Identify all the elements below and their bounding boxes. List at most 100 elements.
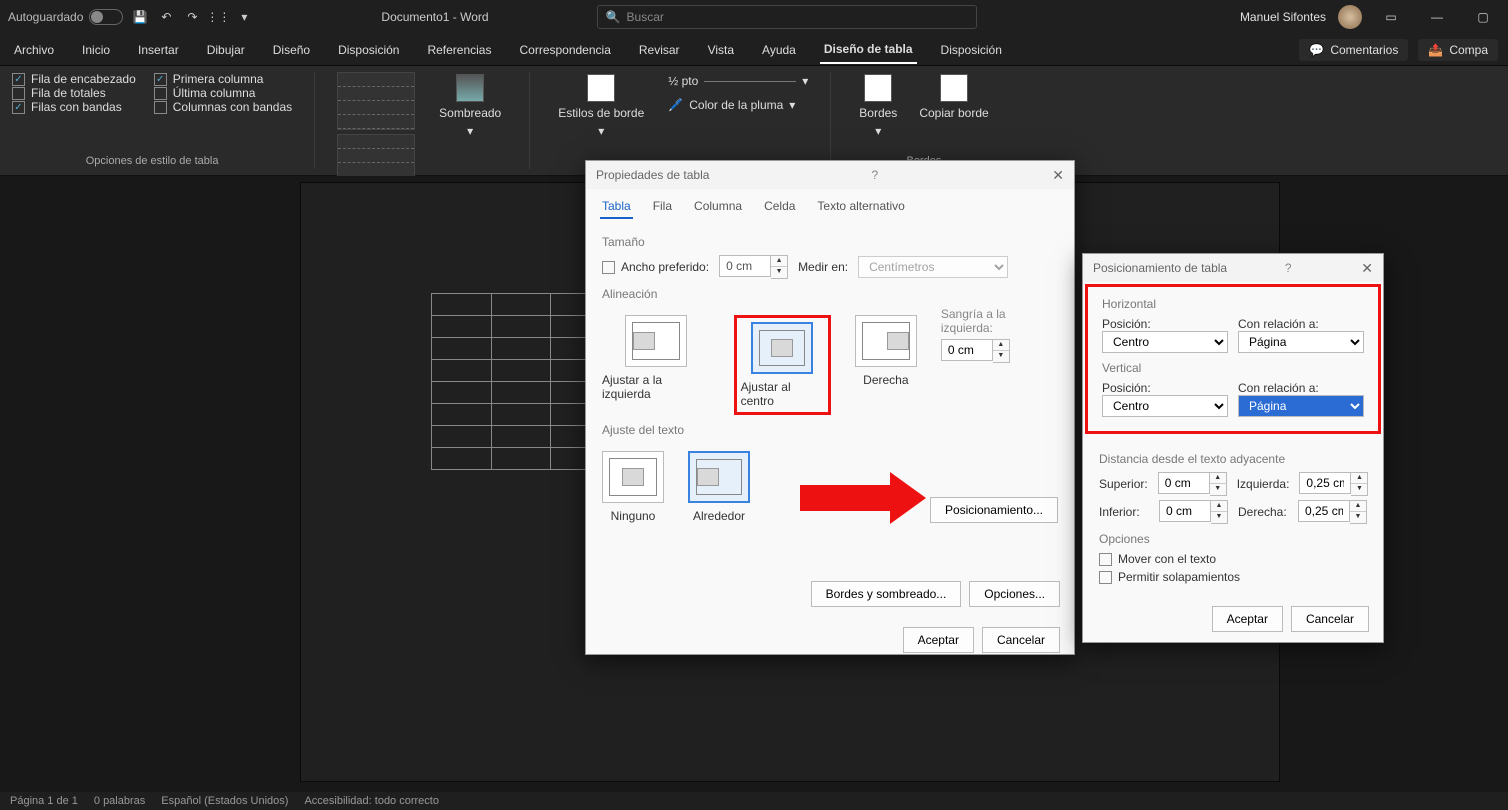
- dist-right-spinner[interactable]: ▲▼: [1298, 500, 1367, 524]
- copy-border-icon: [940, 74, 968, 102]
- status-bar: Página 1 de 1 0 palabras Español (Estado…: [0, 792, 1508, 810]
- shading-icon: [456, 74, 484, 102]
- tab-vista[interactable]: Vista: [704, 37, 738, 63]
- tab-referencias[interactable]: Referencias: [423, 37, 495, 63]
- borders-button[interactable]: Bordes▾: [853, 72, 903, 140]
- comment-icon: 💬: [1309, 43, 1324, 57]
- tab-dibujar[interactable]: Dibujar: [203, 37, 249, 63]
- search-box[interactable]: 🔍 Buscar: [597, 5, 977, 29]
- check-header-row[interactable]: Fila de encabezado: [12, 72, 136, 86]
- share-button[interactable]: 📤Compa: [1418, 39, 1498, 61]
- preferred-width-input[interactable]: [719, 255, 771, 277]
- measure-unit-select[interactable]: Centímetros: [858, 256, 1008, 278]
- ribbon-tabs: Archivo Inicio Insertar Dibujar Diseño D…: [0, 34, 1508, 66]
- horizontal-label: Horizontal: [1102, 297, 1364, 311]
- pen-weight-select[interactable]: ½ pto▾: [668, 74, 808, 88]
- minimize-button[interactable]: —: [1420, 7, 1454, 27]
- dialog2-cancel-button[interactable]: Cancelar: [1291, 606, 1369, 632]
- group-table-styles: ▴ ▾ ⊟: [337, 72, 415, 169]
- check-banded-cols[interactable]: Columnas con bandas: [154, 100, 292, 114]
- shading-button[interactable]: Sombreado ▾: [433, 72, 507, 169]
- preferred-width-spinner[interactable]: ▲▼: [719, 255, 788, 279]
- status-page[interactable]: Página 1 de 1: [10, 795, 78, 807]
- search-placeholder: Buscar: [627, 10, 664, 24]
- dtab-columna[interactable]: Columna: [692, 195, 744, 219]
- dist-top-spinner[interactable]: ▲▼: [1158, 472, 1227, 496]
- dist-left-spinner[interactable]: ▲▼: [1299, 472, 1368, 496]
- check-banded-rows[interactable]: Filas con bandas: [12, 100, 136, 114]
- tab-disposicion[interactable]: Disposición: [334, 37, 403, 63]
- dtab-texto-alternativo[interactable]: Texto alternativo: [815, 195, 906, 219]
- share-icon: 📤: [1428, 43, 1443, 57]
- dialog2-help-icon[interactable]: ?: [1285, 261, 1292, 275]
- user-name: Manuel Sifontes: [1240, 10, 1326, 24]
- document-title: Documento1 - Word: [381, 10, 488, 24]
- h-relative-select[interactable]: Página: [1238, 331, 1364, 353]
- undo-icon[interactable]: ↶: [157, 8, 175, 26]
- indent-input[interactable]: [941, 339, 993, 361]
- avatar[interactable]: [1338, 5, 1362, 29]
- tab-revisar[interactable]: Revisar: [635, 37, 684, 63]
- autosave-label: Autoguardado: [8, 10, 83, 24]
- tab-diseno[interactable]: Diseño: [269, 37, 314, 63]
- v-position-select[interactable]: Centro: [1102, 395, 1228, 417]
- dialog1-cancel-button[interactable]: Cancelar: [982, 627, 1060, 653]
- dialog2-close-icon[interactable]: ✕: [1361, 260, 1373, 277]
- distance-label: Distancia desde el texto adyacente: [1099, 452, 1367, 466]
- save-icon[interactable]: 💾: [131, 8, 149, 26]
- dist-bottom-spinner[interactable]: ▲▼: [1159, 500, 1228, 524]
- pen-color-button[interactable]: 🖊️Color de la pluma▾: [668, 98, 808, 112]
- group-borders: Bordes▾ Copiar borde Bordes: [853, 72, 994, 169]
- copy-border-button[interactable]: Copiar borde: [913, 72, 994, 140]
- dtab-tabla[interactable]: Tabla: [600, 195, 633, 219]
- check-first-col[interactable]: Primera columna: [154, 72, 292, 86]
- dialog1-help-icon[interactable]: ?: [872, 168, 879, 182]
- tab-correspondencia[interactable]: Correspondencia: [515, 37, 614, 63]
- tab-insertar[interactable]: Insertar: [134, 37, 183, 63]
- dtab-fila[interactable]: Fila: [651, 195, 674, 219]
- autosave-toggle[interactable]: [89, 9, 123, 25]
- check-last-col[interactable]: Última columna: [154, 86, 292, 100]
- border-styles-button[interactable]: Estilos de borde ▾: [552, 72, 650, 169]
- check-total-row[interactable]: Fila de totales: [12, 86, 136, 100]
- tab-archivo[interactable]: Archivo: [10, 37, 58, 63]
- tab-diseno-de-tabla[interactable]: Diseño de tabla: [820, 36, 917, 64]
- indent-spinner[interactable]: ▲▼: [941, 339, 1058, 363]
- options-button[interactable]: Opciones...: [969, 581, 1060, 607]
- wrap-none-option[interactable]: Ninguno: [602, 451, 664, 523]
- tab-ayuda[interactable]: Ayuda: [758, 37, 800, 63]
- dialog1-ok-button[interactable]: Aceptar: [903, 627, 974, 653]
- allow-overlap-check[interactable]: Permitir solapamientos: [1099, 570, 1367, 584]
- vertical-label: Vertical: [1102, 361, 1364, 375]
- document-table[interactable]: [431, 293, 611, 470]
- dialog1-title: Propiedades de tabla: [596, 168, 709, 182]
- borders-shading-button[interactable]: Bordes y sombreado...: [811, 581, 962, 607]
- dtab-celda[interactable]: Celda: [762, 195, 797, 219]
- dialog1-tabs: Tabla Fila Columna Celda Texto alternati…: [586, 189, 1074, 219]
- positioning-button[interactable]: Posicionamiento...: [930, 497, 1058, 523]
- v-relative-select[interactable]: Página: [1238, 395, 1364, 417]
- touch-mode-icon[interactable]: ⋮⋮: [209, 8, 227, 26]
- status-a11y[interactable]: Accesibilidad: todo correcto: [304, 795, 439, 807]
- wrap-around-option[interactable]: Alrededor: [688, 451, 750, 523]
- align-right-option[interactable]: Derecha: [855, 315, 917, 415]
- status-words[interactable]: 0 palabras: [94, 795, 145, 807]
- align-center-option[interactable]: Ajustar al centro: [734, 315, 831, 415]
- ribbon-display-icon[interactable]: ▭: [1374, 7, 1408, 27]
- qat-dropdown-icon[interactable]: ▾: [235, 8, 253, 26]
- maximize-button[interactable]: ▢: [1466, 7, 1500, 27]
- preferred-width-check[interactable]: Ancho preferido:: [602, 260, 709, 274]
- comments-button[interactable]: 💬Comentarios: [1299, 39, 1408, 61]
- pen-color-icon: 🖊️: [668, 98, 683, 112]
- dialog2-ok-button[interactable]: Aceptar: [1212, 606, 1283, 632]
- table-style[interactable]: [337, 72, 415, 130]
- tab-inicio[interactable]: Inicio: [78, 37, 114, 63]
- tab-disposicion-tabla[interactable]: Disposición: [937, 37, 1006, 63]
- status-lang[interactable]: Español (Estados Unidos): [161, 795, 288, 807]
- dialog1-close-icon[interactable]: ✕: [1052, 167, 1064, 184]
- h-position-select[interactable]: Centro: [1102, 331, 1228, 353]
- align-left-option[interactable]: Ajustar a la izquierda: [602, 315, 710, 415]
- redo-icon[interactable]: ↷: [183, 8, 201, 26]
- alignment-label: Alineación: [602, 287, 1058, 301]
- move-with-text-check[interactable]: Mover con el texto: [1099, 552, 1367, 566]
